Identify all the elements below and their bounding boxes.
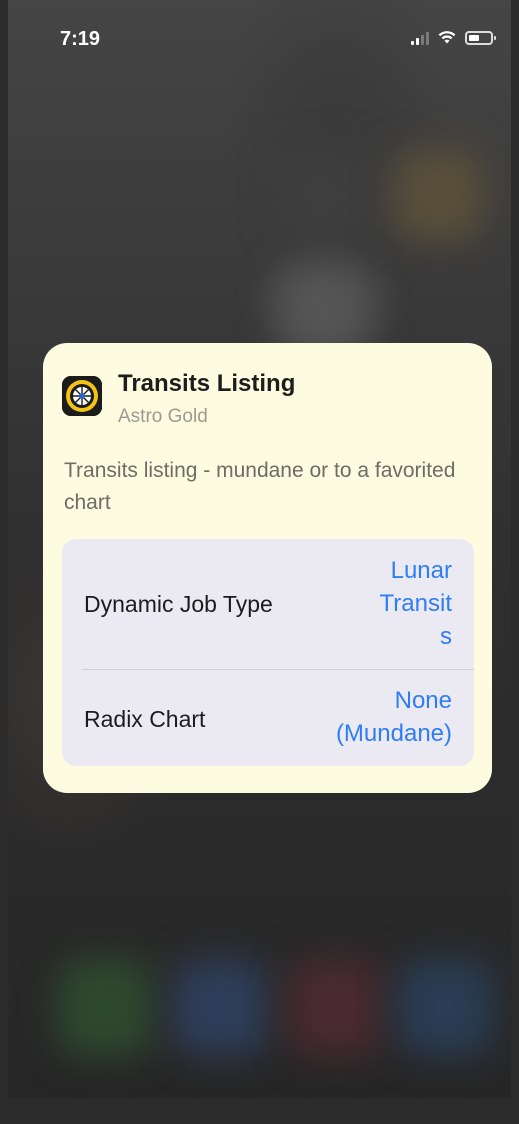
blurred-dock-icon xyxy=(173,960,268,1055)
value-line: (Mundane) xyxy=(335,720,452,747)
parameter-value[interactable]: None (Mundane) xyxy=(272,684,452,750)
value-line: Transit xyxy=(379,590,452,617)
parameter-row-dynamic-job-type[interactable]: Dynamic Job Type Lunar Transit s xyxy=(62,539,474,670)
astro-gold-wheel-icon xyxy=(62,376,102,416)
wifi-icon xyxy=(438,31,456,44)
parameter-label: Dynamic Job Type xyxy=(84,591,273,617)
shortcut-title: Transits Listing xyxy=(118,370,296,397)
shortcut-description: Transits listing - mundane or to a favor… xyxy=(64,459,456,514)
blurred-dock-icon xyxy=(398,960,493,1055)
parameters-panel: Dynamic Job Type Lunar Transit s Radix C… xyxy=(62,539,474,766)
cellular-signal-icon xyxy=(411,31,429,45)
parameter-row-radix-chart[interactable]: Radix Chart None (Mundane) xyxy=(62,670,474,766)
blurred-app-icon xyxy=(278,265,368,355)
status-time: 7:19 xyxy=(60,28,101,50)
blurred-app-icon xyxy=(278,150,368,240)
value-line: None xyxy=(394,687,452,714)
home-screen-background: 7:19 Transits Listing Astro Gold Transit… xyxy=(8,0,511,1098)
blurred-dock-icon xyxy=(288,960,383,1055)
blurred-app-icon xyxy=(393,150,483,240)
battery-icon xyxy=(465,30,496,45)
shortcut-card[interactable]: Transits Listing Astro Gold Transits lis… xyxy=(43,343,492,793)
value-line: s xyxy=(440,623,452,650)
status-icons xyxy=(411,30,496,45)
app-name: Astro Gold xyxy=(118,406,208,427)
parameter-label: Radix Chart xyxy=(84,706,206,732)
value-line: Lunar xyxy=(390,557,452,584)
parameter-value[interactable]: Lunar Transit s xyxy=(342,554,452,653)
blurred-dock-icon xyxy=(58,960,153,1055)
